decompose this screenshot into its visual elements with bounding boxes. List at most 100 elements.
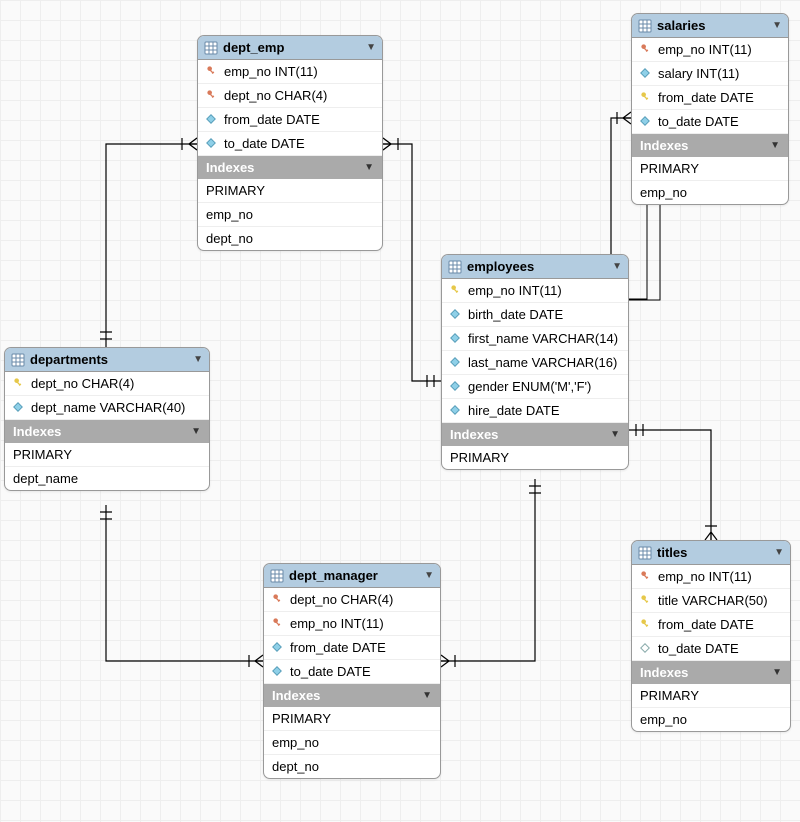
key-yellow-icon bbox=[640, 593, 652, 608]
chevron-down-icon[interactable]: ▼ bbox=[364, 162, 374, 173]
column-row: dept_name VARCHAR(40) bbox=[5, 396, 209, 420]
index-row: PRIMARY bbox=[5, 443, 209, 467]
index-row: PRIMARY bbox=[442, 446, 628, 469]
table-header[interactable]: dept_emp ▼ bbox=[198, 36, 382, 60]
indexes-header[interactable]: Indexes ▼ bbox=[632, 134, 788, 157]
column-row: title VARCHAR(50) bbox=[632, 589, 790, 613]
diamond-icon bbox=[272, 640, 284, 655]
table-departments[interactable]: departments ▼ dept_no CHAR(4) dept_name … bbox=[4, 347, 210, 491]
column-row: emp_no INT(11) bbox=[442, 279, 628, 303]
table-header[interactable]: dept_manager ▼ bbox=[264, 564, 440, 588]
key-red-icon bbox=[640, 569, 652, 584]
indexes-header[interactable]: Indexes ▼ bbox=[198, 156, 382, 179]
table-dept_manager[interactable]: dept_manager ▼ dept_no CHAR(4) emp_no IN… bbox=[263, 563, 441, 779]
column-text: emp_no INT(11) bbox=[658, 569, 752, 584]
column-row: hire_date DATE bbox=[442, 399, 628, 423]
indexes-label: Indexes bbox=[450, 427, 498, 442]
diamond-icon bbox=[450, 355, 462, 370]
diamond-icon bbox=[640, 66, 652, 81]
indexes-header[interactable]: Indexes ▼ bbox=[264, 684, 440, 707]
column-row: emp_no INT(11) bbox=[198, 60, 382, 84]
diamond-icon bbox=[206, 136, 218, 151]
table-icon bbox=[638, 19, 652, 33]
chevron-down-icon[interactable]: ▼ bbox=[610, 429, 620, 440]
diamond-icon bbox=[272, 664, 284, 679]
table-icon bbox=[638, 546, 652, 560]
table-icon bbox=[448, 260, 462, 274]
table-employees[interactable]: employees ▼ emp_no INT(11) birth_date DA… bbox=[441, 254, 629, 470]
index-name: PRIMARY bbox=[640, 161, 699, 176]
column-row: from_date DATE bbox=[198, 108, 382, 132]
indexes-header[interactable]: Indexes ▼ bbox=[442, 423, 628, 446]
column-text: from_date DATE bbox=[224, 112, 320, 127]
index-row: PRIMARY bbox=[632, 684, 790, 708]
key-yellow-icon bbox=[640, 90, 652, 105]
indexes-header[interactable]: Indexes ▼ bbox=[5, 420, 209, 443]
key-yellow-icon bbox=[640, 617, 652, 632]
table-icon bbox=[270, 569, 284, 583]
index-row: emp_no bbox=[264, 731, 440, 755]
column-row: to_date DATE bbox=[632, 110, 788, 134]
index-row: PRIMARY bbox=[198, 179, 382, 203]
table-name: titles bbox=[657, 545, 687, 560]
column-text: to_date DATE bbox=[224, 136, 305, 151]
column-text: emp_no INT(11) bbox=[658, 42, 752, 57]
table-titles[interactable]: titles ▼ emp_no INT(11) title VARCHAR(50… bbox=[631, 540, 791, 732]
column-text: dept_name VARCHAR(40) bbox=[31, 400, 185, 415]
column-text: title VARCHAR(50) bbox=[658, 593, 768, 608]
chevron-down-icon[interactable]: ▼ bbox=[774, 547, 784, 558]
column-row: from_date DATE bbox=[632, 86, 788, 110]
diamond-icon bbox=[450, 307, 462, 322]
index-row: dept_name bbox=[5, 467, 209, 490]
column-row: last_name VARCHAR(16) bbox=[442, 351, 628, 375]
table-salaries[interactable]: salaries ▼ emp_no INT(11) salary INT(11)… bbox=[631, 13, 789, 205]
index-name: PRIMARY bbox=[206, 183, 265, 198]
chevron-down-icon[interactable]: ▼ bbox=[772, 667, 782, 678]
index-row: dept_no bbox=[264, 755, 440, 778]
column-text: gender ENUM('M','F') bbox=[468, 379, 591, 394]
column-text: from_date DATE bbox=[290, 640, 386, 655]
column-row: to_date DATE bbox=[632, 637, 790, 661]
indexes-label: Indexes bbox=[640, 665, 688, 680]
chevron-down-icon[interactable]: ▼ bbox=[366, 42, 376, 53]
table-header[interactable]: employees ▼ bbox=[442, 255, 628, 279]
table-header[interactable]: salaries ▼ bbox=[632, 14, 788, 38]
column-text: to_date DATE bbox=[658, 641, 739, 656]
index-name: emp_no bbox=[206, 207, 253, 222]
index-name: emp_no bbox=[272, 735, 319, 750]
column-text: from_date DATE bbox=[658, 90, 754, 105]
column-row: birth_date DATE bbox=[442, 303, 628, 327]
table-header[interactable]: titles ▼ bbox=[632, 541, 790, 565]
key-yellow-icon bbox=[13, 376, 25, 391]
chevron-down-icon[interactable]: ▼ bbox=[193, 354, 203, 365]
index-name: dept_no bbox=[206, 231, 253, 246]
column-row: gender ENUM('M','F') bbox=[442, 375, 628, 399]
column-text: salary INT(11) bbox=[658, 66, 739, 81]
index-name: dept_no bbox=[272, 759, 319, 774]
index-name: emp_no bbox=[640, 185, 687, 200]
indexes-label: Indexes bbox=[13, 424, 61, 439]
table-name: departments bbox=[30, 352, 108, 367]
index-name: dept_name bbox=[13, 471, 78, 486]
table-header[interactable]: departments ▼ bbox=[5, 348, 209, 372]
chevron-down-icon[interactable]: ▼ bbox=[612, 261, 622, 272]
column-row: from_date DATE bbox=[632, 613, 790, 637]
index-row: emp_no bbox=[632, 181, 788, 204]
column-row: emp_no INT(11) bbox=[632, 38, 788, 62]
chevron-down-icon[interactable]: ▼ bbox=[422, 690, 432, 701]
column-text: hire_date DATE bbox=[468, 403, 560, 418]
chevron-down-icon[interactable]: ▼ bbox=[772, 20, 782, 31]
chevron-down-icon[interactable]: ▼ bbox=[770, 140, 780, 151]
index-row: PRIMARY bbox=[632, 157, 788, 181]
key-red-icon bbox=[640, 42, 652, 57]
chevron-down-icon[interactable]: ▼ bbox=[424, 570, 434, 581]
column-row: to_date DATE bbox=[198, 132, 382, 156]
indexes-header[interactable]: Indexes ▼ bbox=[632, 661, 790, 684]
chevron-down-icon[interactable]: ▼ bbox=[191, 426, 201, 437]
indexes-label: Indexes bbox=[640, 138, 688, 153]
table-name: dept_manager bbox=[289, 568, 378, 583]
indexes-label: Indexes bbox=[206, 160, 254, 175]
diamond-o-icon bbox=[640, 641, 652, 656]
table-dept_emp[interactable]: dept_emp ▼ emp_no INT(11) dept_no CHAR(4… bbox=[197, 35, 383, 251]
index-name: PRIMARY bbox=[450, 450, 509, 465]
